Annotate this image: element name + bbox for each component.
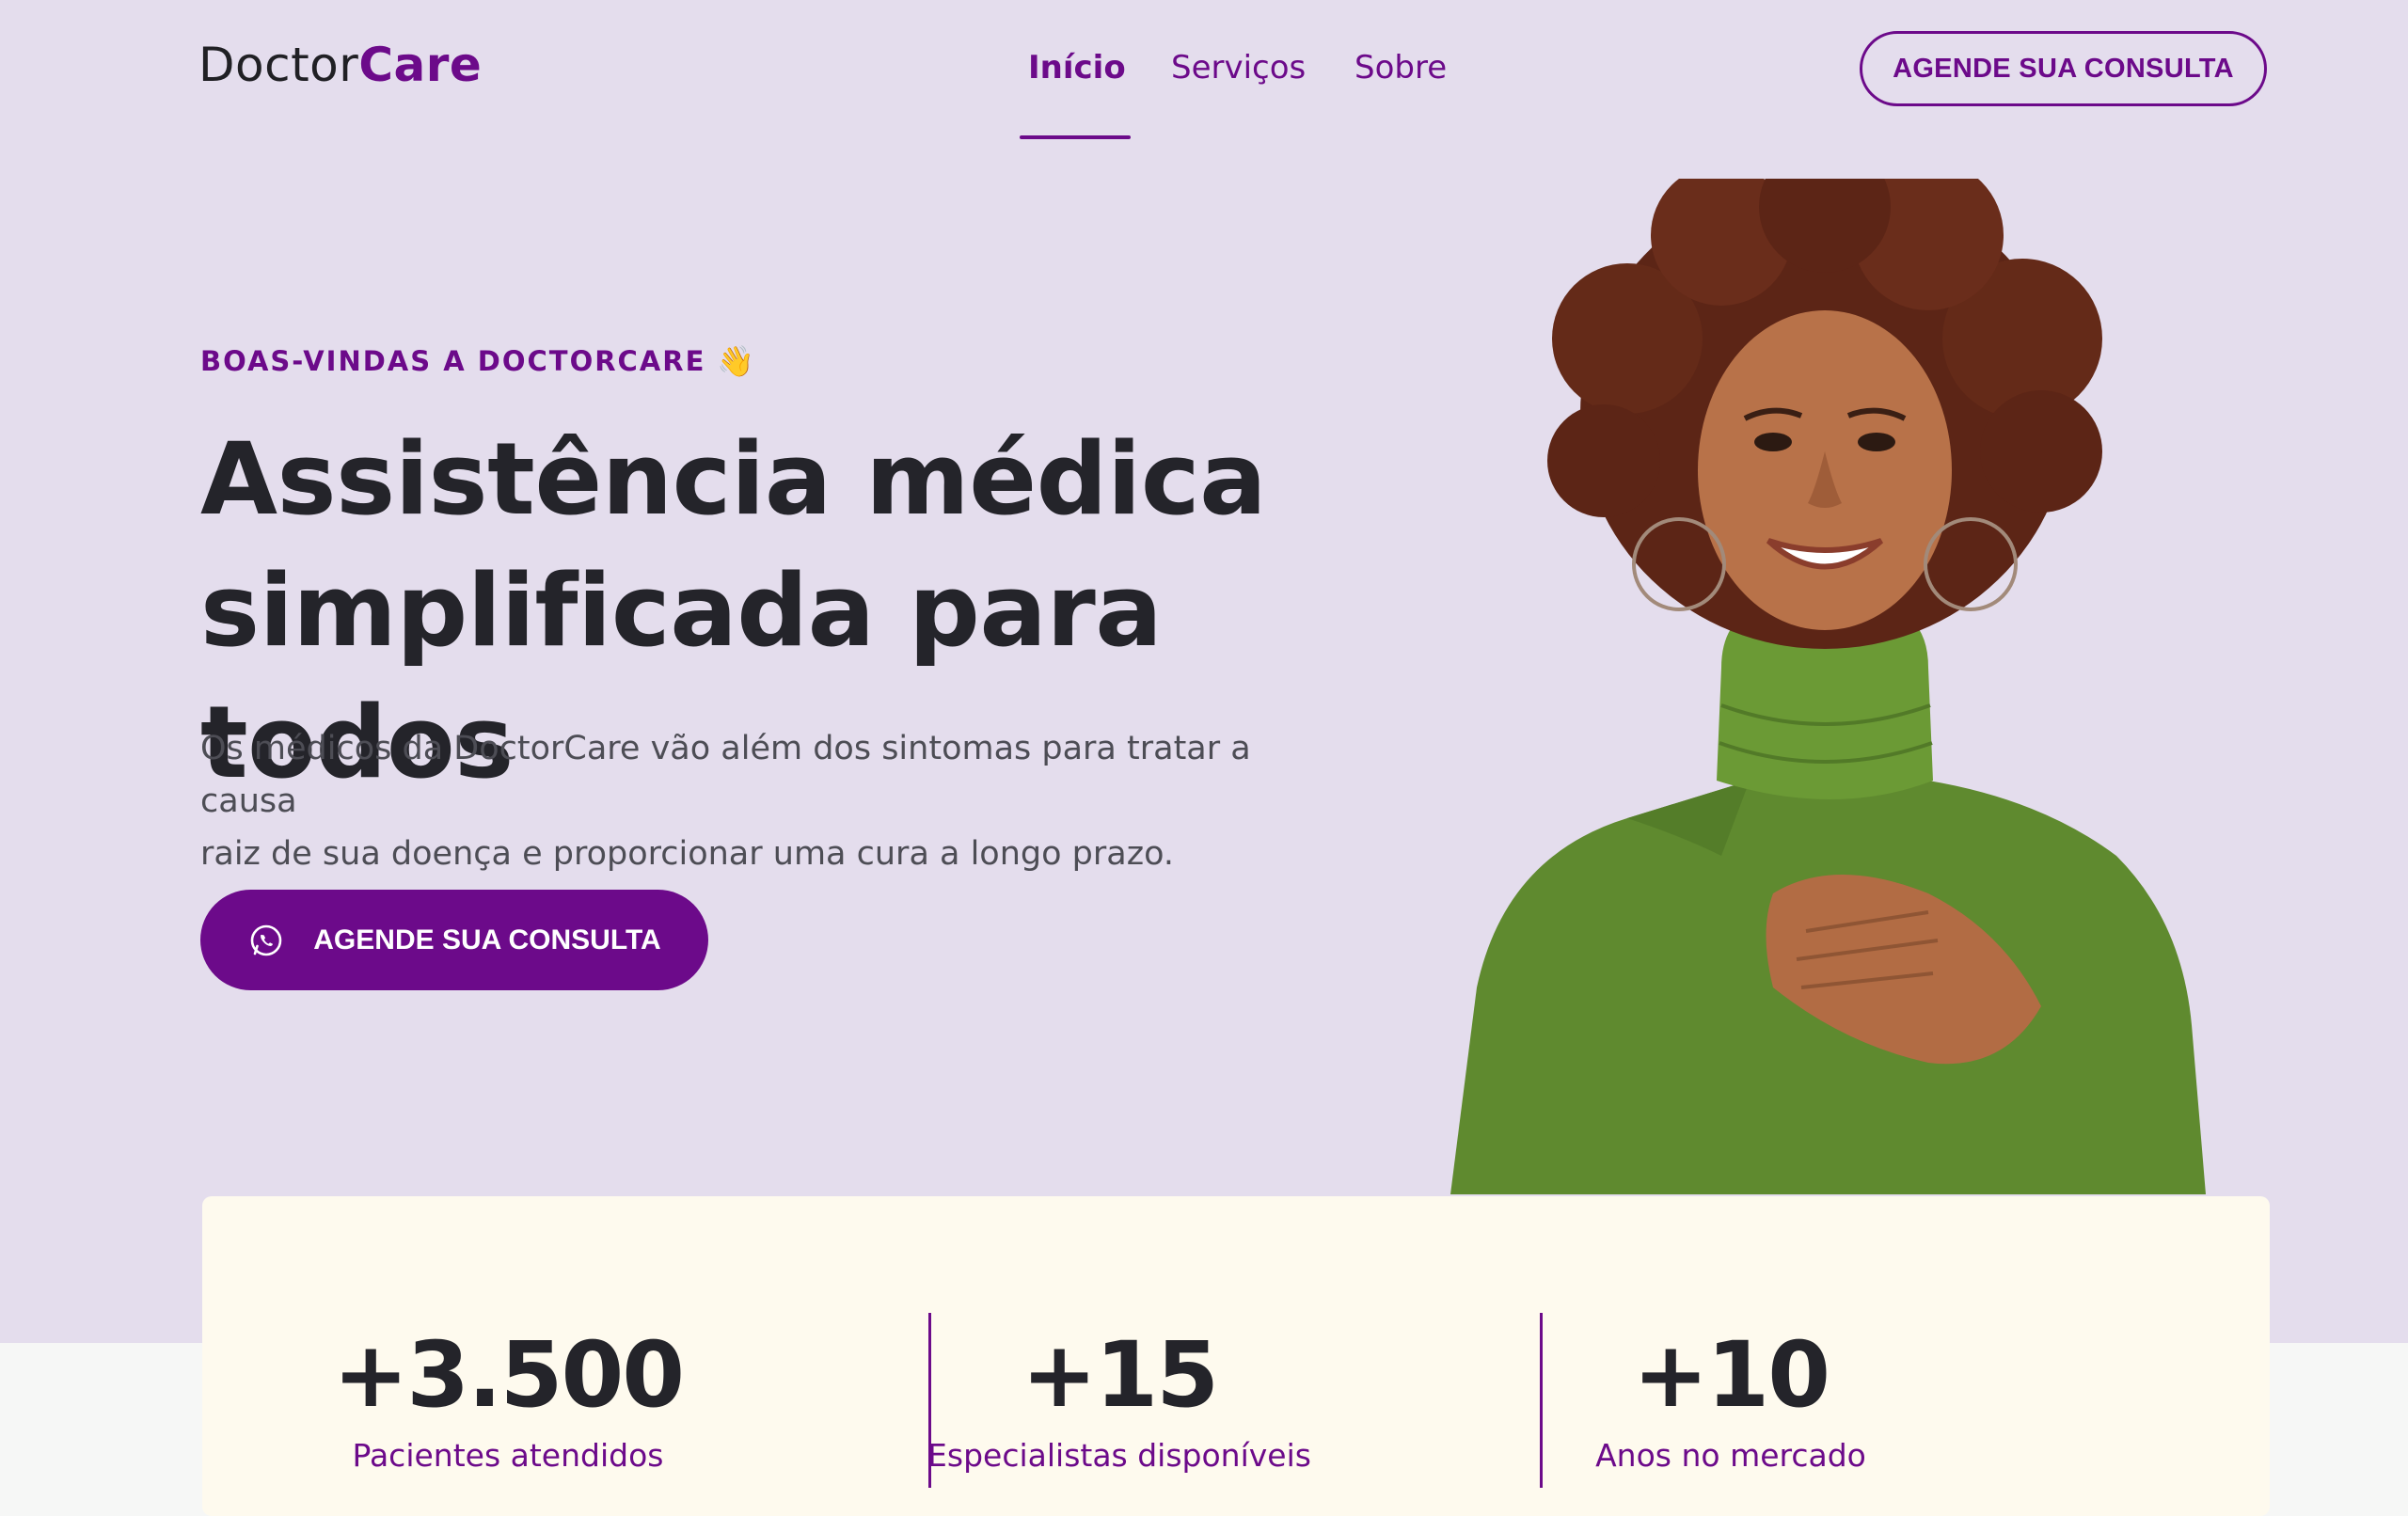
hero-description: Os médicos da DoctorCare vão além dos si… [200,722,1357,880]
hero-schedule-button[interactable]: AGENDE SUA CONSULTA [200,890,708,990]
nav-item-sobre[interactable]: Sobre [1354,49,1447,87]
stat-specialists-value: +15 [1021,1322,1219,1428]
hero-description-line-2: raiz de sua doença e proporcionar uma cu… [200,835,1175,873]
hero-description-line-1: Os médicos da DoctorCare vão além dos si… [200,730,1251,820]
logo-text-care: Care [358,38,483,92]
stats-card: +3.500 Pacientes atendidos +15 Especiali… [202,1196,2270,1516]
stat-specialists-label: Especialistas disponíveis [927,1437,1311,1474]
hero-eyebrow: BOAS-VINDAS A DOCTORCARE 👋 [200,343,756,379]
waving-hand-icon: 👋 [717,343,757,379]
stat-years: +10 Anos no mercado [1425,1319,2036,1474]
stat-specialists: +15 Especialistas disponíveis [814,1319,1425,1474]
hero-schedule-button-label: AGENDE SUA CONSULTA [313,924,661,955]
whatsapp-icon [250,924,282,955]
logo-text-doctor: Doctor [198,38,359,92]
header-schedule-button[interactable]: AGENDE SUA CONSULTA [1860,31,2267,106]
stat-patients: +3.500 Pacientes atendidos [202,1319,814,1474]
nav-item-inicio[interactable]: Início [1028,49,1126,87]
doctor-portrait-image [1450,179,2206,1194]
stat-patients-value: +3.500 [332,1322,685,1428]
nav-item-servicos[interactable]: Serviços [1171,49,1306,87]
stat-years-value: +10 [1632,1322,1830,1428]
stat-years-label: Anos no mercado [1595,1437,1866,1474]
hero-title-line-1: Assistência médica [200,421,1267,537]
nav-active-indicator [1020,135,1131,139]
stat-patients-label: Pacientes atendidos [352,1437,664,1474]
logo[interactable]: DoctorCare [198,38,482,92]
hero-eyebrow-text: BOAS-VINDAS A DOCTORCARE [200,345,706,377]
